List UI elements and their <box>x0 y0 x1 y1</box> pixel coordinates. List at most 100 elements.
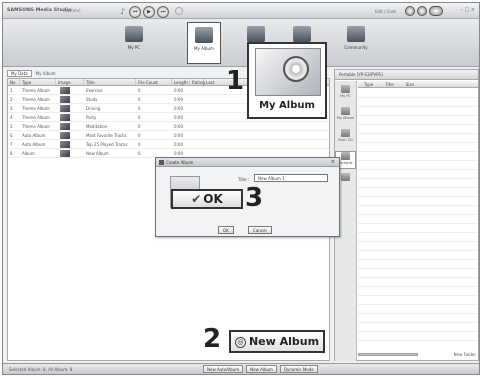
row-count: 0 <box>138 96 141 102</box>
pc-icon <box>125 26 143 42</box>
side-tab-my-pc[interactable]: My PC <box>335 85 356 103</box>
row-type: Theme Album <box>22 87 50 93</box>
album-title-input[interactable]: New Album 1 <box>254 174 328 182</box>
new-album-button[interactable]: New Album <box>246 365 277 373</box>
row-length: 0:00 <box>174 123 183 129</box>
side-tab-label: Portable <box>338 161 353 165</box>
row-image <box>56 131 84 139</box>
row-image <box>56 113 84 121</box>
left-tabbar: My Data My Album <box>7 69 56 77</box>
ok-callout: ✔ OK <box>171 189 243 209</box>
portable-columns: Type Title Size <box>358 81 478 88</box>
list-item[interactable]: 6 Auto Album Most Favorite Tracks 0 0:00 <box>8 131 329 140</box>
col-rating[interactable]: Rating <box>190 79 205 85</box>
side-tab-my-album[interactable]: My Album <box>335 107 356 125</box>
nav-community[interactable]: Community <box>339 22 373 64</box>
row-type: Theme Album <box>22 96 50 102</box>
window-controls[interactable]: – □ × <box>460 7 475 13</box>
row-title: Party <box>86 114 97 120</box>
row-no: 6 <box>10 132 13 138</box>
nav-my-pc[interactable]: My PC <box>117 22 151 64</box>
nav-my-pc-label: My PC <box>127 45 141 50</box>
row-count: 0 <box>138 123 141 129</box>
row-no: 3 <box>10 105 13 111</box>
row-length: 0:00 <box>174 105 183 111</box>
col-no[interactable]: No <box>8 79 20 85</box>
album-icon <box>195 27 213 43</box>
row-image <box>56 149 84 157</box>
side-tab-label: Burn CD <box>338 138 353 142</box>
portable-header: Portable [YP-S3/PVPS] <box>339 72 383 77</box>
row-image <box>56 104 84 112</box>
row-no: 5 <box>10 123 13 129</box>
user-label: Edit / Cnet <box>375 9 396 14</box>
row-title: Driving <box>86 105 101 111</box>
step-number-1: 1 <box>226 66 245 96</box>
col-p-size[interactable]: Size <box>406 81 414 87</box>
bottom-buttons: New AutoAlbum New Album Dynamic Mode <box>203 365 318 373</box>
row-type: Album <box>22 150 35 156</box>
row-count: 0 <box>138 105 141 111</box>
next-button[interactable]: ⏭ <box>157 5 170 18</box>
album-thumbnail <box>60 140 70 148</box>
album-thumbnail <box>60 113 70 121</box>
cancel-button[interactable]: Cancel <box>248 226 272 234</box>
app-subtitle: (Update) <box>63 8 81 13</box>
album-thumbnail <box>60 149 70 157</box>
step-number-2: 2 <box>203 324 222 354</box>
new-folder-button[interactable]: New Folder <box>454 352 476 357</box>
dialog-title: Create Album <box>166 160 194 165</box>
volume-icon[interactable] <box>175 7 183 15</box>
nav-my-album-label: My Album <box>194 46 214 51</box>
list-item[interactable]: 5 Theme Album Meditation 0 0:00 <box>8 122 329 131</box>
row-no: 2 <box>10 96 13 102</box>
row-type: Theme Album <box>22 123 50 129</box>
title-bar: SAMSUNG Media Studio (Update) ♪ ⏮ ▶ ⏭ Ed… <box>3 3 479 19</box>
row-title: Most Favorite Tracks <box>86 132 127 138</box>
col-file-count[interactable]: File Count <box>136 79 172 85</box>
col-p-title[interactable]: Title <box>385 81 394 87</box>
row-count: 0 <box>138 141 141 147</box>
utility-button-2[interactable] <box>417 6 427 16</box>
my-album-callout-label: My Album <box>259 100 315 111</box>
ok-button[interactable]: OK <box>218 226 234 234</box>
side-tab-burn-cd[interactable]: Burn CD <box>335 129 356 147</box>
title-field-label: Title : <box>238 177 250 182</box>
portable-toolbar: Portable [YP-S3/PVPS] <box>335 70 478 80</box>
side-tab-icon <box>341 173 350 181</box>
close-icon[interactable]: × <box>331 158 335 167</box>
utility-button-3[interactable] <box>429 6 443 16</box>
col-p-type[interactable]: Type <box>364 81 373 87</box>
music-note-icon: ♪ <box>120 7 126 16</box>
side-tab-label: My Album <box>336 116 355 120</box>
my-album-callout: My Album <box>247 42 327 119</box>
row-type: Auto Album <box>22 132 46 138</box>
row-title: Study <box>86 96 98 102</box>
album-thumbnail <box>60 131 70 139</box>
new-auto-album-button[interactable]: New AutoAlbum <box>203 365 244 373</box>
tab-my-data[interactable]: My Data <box>7 69 32 77</box>
previous-button[interactable]: ⏮ <box>129 5 142 18</box>
nav-my-album[interactable]: My Album <box>187 22 221 64</box>
row-length: 0:00 <box>174 141 183 147</box>
col-title[interactable]: Title <box>84 79 136 85</box>
col-length[interactable]: Length <box>172 79 190 85</box>
side-tab-icon <box>341 107 350 115</box>
transport-controls: ♪ ⏮ ▶ ⏭ <box>120 5 170 18</box>
utility-button-1[interactable] <box>405 6 415 16</box>
play-button[interactable]: ▶ <box>143 5 156 18</box>
row-length: 0:00 <box>174 114 183 120</box>
capacity-slider[interactable] <box>358 352 418 356</box>
new-album-callout-label: New Album <box>248 335 320 348</box>
row-count: 0 <box>138 132 141 138</box>
row-type: Theme Album <box>22 105 50 111</box>
nav-strip: My PC My Album Community <box>3 19 479 67</box>
dialog-title-bar: Create Album × <box>156 158 339 167</box>
row-count: 0 <box>138 114 141 120</box>
col-type[interactable]: Type <box>20 79 56 85</box>
row-title: New Album <box>86 150 109 156</box>
col-image[interactable]: Image <box>56 79 84 85</box>
dynamic-mode-button[interactable]: Dynamic Mode <box>279 365 318 373</box>
new-album-icon: ◎ <box>234 336 246 348</box>
list-item[interactable]: 7 Auto Album Top 25 Played Tracks 0 0:00 <box>8 140 329 149</box>
